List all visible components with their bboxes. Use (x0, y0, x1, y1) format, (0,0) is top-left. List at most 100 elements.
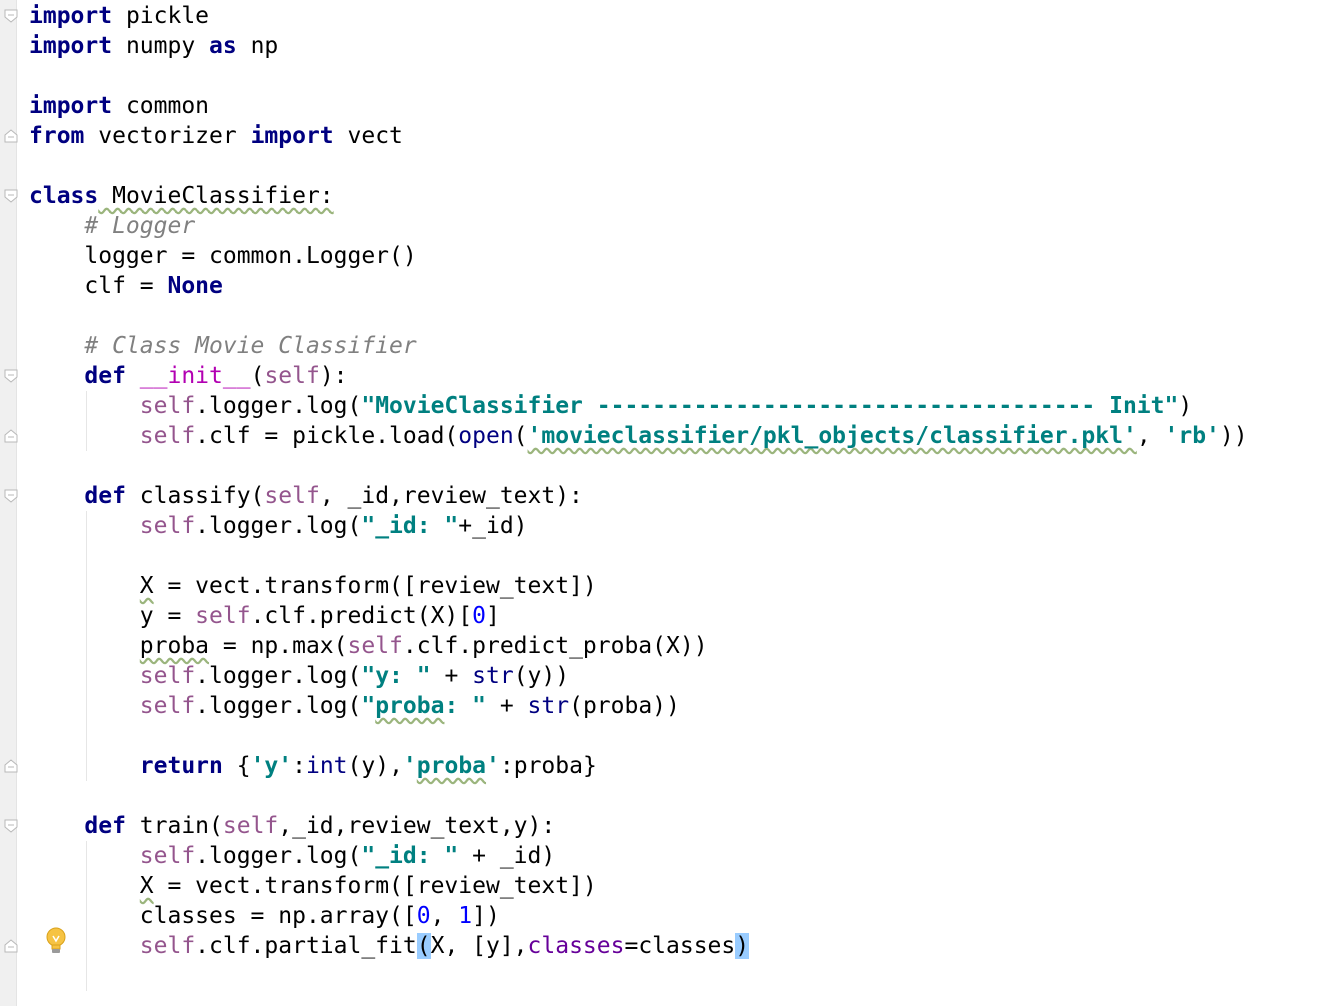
code-line-text: self.logger.log("MovieClassifier -------… (29, 391, 1192, 421)
code-line-text: class MovieClassifier: (29, 181, 334, 211)
code-token: y = (29, 603, 196, 629)
code-line[interactable]: self.clf.partial_fit(X, [y],classes=clas… (0, 931, 1332, 961)
code-line[interactable]: clf = None (0, 271, 1332, 301)
code-token: + (430, 663, 473, 689)
code-line[interactable] (0, 151, 1332, 181)
code-line-text: def classify(self, _id,review_text): (29, 481, 583, 511)
code-token: pickle (112, 3, 210, 29)
code-line[interactable] (0, 451, 1332, 481)
code-token: .clf.predict(X)[ (250, 603, 473, 629)
lightbulb-icon[interactable] (44, 926, 68, 956)
code-line-text: def __init__(self): (29, 361, 347, 391)
code-token: 0 (416, 903, 431, 929)
code-line-text: def train(self,_id,review_text,y): (29, 811, 555, 841)
code-line[interactable]: y = self.clf.predict(X)[0] (0, 601, 1332, 631)
code-line[interactable]: logger = common.Logger() (0, 241, 1332, 271)
code-line[interactable]: X = vect.transform([review_text]) (0, 571, 1332, 601)
code-line[interactable]: self.logger.log("proba: " + str(proba)) (0, 691, 1332, 721)
code-line[interactable]: from vectorizer import vect (0, 121, 1332, 151)
code-token: 'movieclassifier/pkl_objects/classifier.… (527, 423, 1137, 449)
code-token: : (292, 753, 306, 779)
code-token: ' (402, 753, 417, 779)
code-line[interactable] (0, 301, 1332, 331)
code-line[interactable]: import common (0, 91, 1332, 121)
code-line[interactable] (0, 721, 1332, 751)
code-line[interactable] (0, 781, 1332, 811)
code-token: .logger.log( (195, 693, 362, 719)
code-token: np (236, 33, 279, 59)
code-token: ] (485, 603, 500, 629)
code-token: self (139, 663, 196, 689)
code-token: +_id) (458, 513, 528, 539)
code-token: class (29, 183, 99, 209)
code-token: self (139, 693, 196, 719)
code-token: def (84, 813, 126, 839)
code-line[interactable]: X = vect.transform([review_text]) (0, 871, 1332, 901)
code-line-text: import common (29, 91, 209, 121)
code-line-text: y = self.clf.predict(X)[0] (29, 601, 500, 631)
code-line[interactable] (0, 541, 1332, 571)
code-line[interactable]: import pickle (0, 1, 1332, 31)
code-line-text: classes = np.array([0, 1]) (29, 901, 500, 931)
code-line[interactable]: def classify(self, _id,review_text): (0, 481, 1332, 511)
code-line[interactable]: classes = np.array([0, 1]) (0, 901, 1332, 931)
code-line[interactable]: self.logger.log("_id: "+_id) (0, 511, 1332, 541)
code-line[interactable]: # Class Movie Classifier (0, 331, 1332, 361)
code-line-text: self.logger.log("_id: " + _id) (29, 841, 555, 871)
code-token: self (139, 843, 196, 869)
code-line-text: return {'y':int(y),'proba':proba} (29, 751, 597, 781)
code-line[interactable]: class MovieClassifier: (0, 181, 1332, 211)
code-token: str (472, 663, 514, 689)
code-token: .logger.log( (195, 843, 362, 869)
code-token: 'rb' (1164, 423, 1220, 449)
code-line[interactable]: self.logger.log("y: " + str(y)) (0, 661, 1332, 691)
code-line[interactable]: proba = np.max(self.clf.predict_proba(X)… (0, 631, 1332, 661)
code-token: proba (416, 753, 487, 779)
code-token: .logger.log( (195, 663, 362, 689)
code-token: (y)) (513, 663, 570, 689)
code-token: None (167, 273, 223, 299)
code-line[interactable]: self.logger.log("_id: " + _id) (0, 841, 1332, 871)
code-line[interactable] (0, 61, 1332, 91)
code-token: + (486, 693, 528, 719)
code-line-text: X = vect.transform([review_text]) (29, 571, 597, 601)
code-token: = vect.transform([review_text]) (153, 873, 597, 899)
code-line[interactable]: def train(self,_id,review_text,y): (0, 811, 1332, 841)
code-token: self (222, 813, 279, 839)
code-line[interactable]: self.clf = pickle.load(open('movieclassi… (0, 421, 1332, 451)
code-line[interactable]: # Logger (0, 211, 1332, 241)
code-token: .clf = pickle.load( (195, 423, 459, 449)
code-token: self (139, 423, 196, 449)
code-line-text: import numpy as np (29, 31, 278, 61)
code-line[interactable]: self.logger.log("MovieClassifier -------… (0, 391, 1332, 421)
code-line-text: from vectorizer import vect (29, 121, 403, 151)
code-token: ( (513, 423, 528, 449)
code-line[interactable]: return {'y':int(y),'proba':proba} (0, 751, 1332, 781)
code-line-text: import pickle (29, 1, 209, 31)
code-line-text: # Logger (29, 211, 195, 241)
code-token: str (527, 693, 570, 719)
code-line[interactable]: def __init__(self): (0, 361, 1332, 391)
code-token: self (139, 393, 196, 419)
code-token: .logger.log( (195, 393, 362, 419)
code-token: self (264, 363, 320, 389)
code-token: int (305, 753, 348, 779)
code-token: ) (1178, 393, 1193, 419)
code-line[interactable]: import numpy as np (0, 31, 1332, 61)
code-token: 1 (458, 903, 473, 929)
code-token: + _id) (458, 843, 556, 869)
code-line-text: # Class Movie Classifier (29, 331, 416, 361)
code-editor[interactable]: import pickle import numpy as np import co… (0, 0, 1332, 1006)
code-token: (y), (347, 753, 403, 779)
code-token: : " (444, 693, 486, 719)
code-token: 0 (472, 603, 486, 629)
code-token: proba (375, 693, 445, 719)
code-line-text: self.clf.partial_fit(X, [y],classes=clas… (29, 931, 750, 961)
